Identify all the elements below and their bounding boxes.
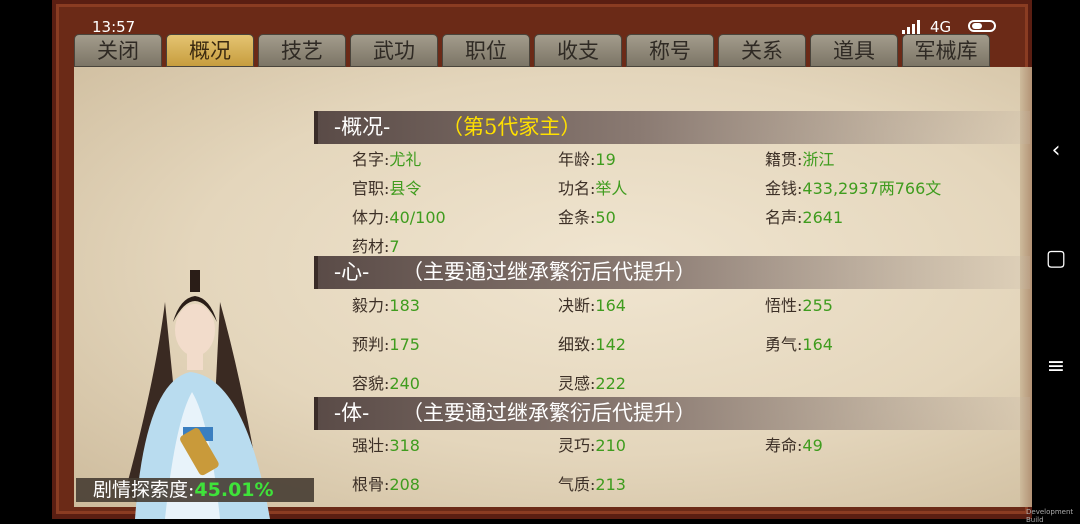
field-value: 19 (595, 150, 616, 169)
overview-field: 籍贯:浙江 (765, 146, 834, 170)
field-value: 50 (595, 208, 616, 227)
field-label: 金条: (558, 208, 596, 227)
field-label: 籍贯: (765, 150, 803, 169)
generation-subtitle: （第5代家主） (442, 115, 582, 139)
mind-subtitle: （主要通过继承繁衍后代提升） (402, 260, 696, 284)
overview-field: 名声:2641 (765, 204, 843, 228)
screen-left-bezel (0, 0, 52, 519)
overview-field: 金条:50 (558, 204, 616, 228)
field-label: 金钱: (765, 179, 803, 198)
mind-title: -心- (334, 260, 370, 284)
field-label: 预判: (352, 335, 390, 354)
overview-field: 体力:40/100 (352, 204, 446, 228)
home-icon[interactable]: ▢ (1044, 246, 1068, 271)
field-label: 决断: (558, 296, 596, 315)
field-label: 灵巧: (558, 436, 596, 455)
overview-field: 金钱:433,2937两766文 (765, 175, 941, 199)
menu-icon[interactable]: ≡ (1044, 354, 1068, 379)
mind-field: 细致:142 (558, 331, 626, 355)
field-label: 气质: (558, 475, 596, 494)
field-label: 勇气: (765, 335, 803, 354)
field-label: 年龄: (558, 150, 596, 169)
field-value: 183 (389, 296, 420, 315)
story-progress: 剧情探索度:45.01% (76, 478, 314, 502)
field-value: 浙江 (802, 150, 835, 169)
mind-field: 悟性:255 (765, 292, 833, 316)
field-label: 根骨: (352, 475, 390, 494)
field-label: 灵感: (558, 374, 596, 393)
body-field: 灵巧:210 (558, 432, 626, 456)
field-label: 药材: (352, 237, 390, 256)
overview-field: 年龄:19 (558, 146, 616, 170)
overview-field: 名字:尤礼 (352, 146, 421, 170)
body-field: 根骨:208 (352, 471, 420, 495)
back-icon[interactable]: ‹ (1044, 138, 1068, 163)
story-progress-label: 剧情探索度: (93, 479, 195, 501)
field-value: 318 (389, 436, 420, 455)
mind-field: 预判:175 (352, 331, 420, 355)
status-bar: 13:57 4G (0, 14, 1080, 42)
field-value: 7 (389, 237, 400, 256)
overview-field: 功名:举人 (558, 175, 627, 199)
field-value: 213 (595, 475, 626, 494)
field-label: 寿命: (765, 436, 803, 455)
field-label: 名声: (765, 208, 803, 227)
field-label: 容貌: (352, 374, 390, 393)
body-subtitle: （主要通过继承繁衍后代提升） (402, 401, 696, 425)
body-field: 气质:213 (558, 471, 626, 495)
field-label: 体力: (352, 208, 390, 227)
body-field: 寿命:49 (765, 432, 823, 456)
mind-field: 容貌:240 (352, 370, 420, 394)
mind-header: -心- （主要通过继承繁衍后代提升） (314, 256, 1030, 289)
story-progress-value: 45.01% (194, 479, 274, 501)
field-value: 210 (595, 436, 626, 455)
field-label: 名字: (352, 150, 390, 169)
field-label: 悟性: (765, 296, 803, 315)
field-value: 208 (389, 475, 420, 494)
network-type: 4G (930, 18, 952, 36)
field-value: 49 (802, 436, 823, 455)
body-field: 强壮:318 (352, 432, 420, 456)
field-value: 164 (802, 335, 833, 354)
mind-field: 毅力:183 (352, 292, 420, 316)
mind-field: 勇气:164 (765, 331, 833, 355)
field-label: 细致: (558, 335, 596, 354)
field-value: 240 (389, 374, 420, 393)
body-header: -体- （主要通过继承繁衍后代提升） (314, 397, 1030, 430)
android-nav-bar: ‹ ▢ ≡ (1032, 0, 1080, 519)
overview-field: 官职:县令 (352, 175, 421, 199)
field-value: 40/100 (389, 208, 446, 227)
field-label: 毅力: (352, 296, 390, 315)
field-value: 县令 (389, 179, 422, 198)
field-value: 255 (802, 296, 833, 315)
overview-header: -概况- （第5代家主） (314, 111, 1030, 144)
mind-field: 灵感:222 (558, 370, 626, 394)
field-value: 433,2937两766文 (802, 179, 942, 198)
field-label: 官职: (352, 179, 390, 198)
clock: 13:57 (92, 18, 136, 36)
field-value: 175 (389, 335, 420, 354)
dev-build-label: Development Build (1026, 508, 1074, 524)
body-title: -体- (334, 401, 370, 425)
field-value: 142 (595, 335, 626, 354)
field-value: 举人 (595, 179, 628, 198)
signal-icon (902, 20, 920, 34)
mind-field: 决断:164 (558, 292, 626, 316)
field-value: 222 (595, 374, 626, 393)
field-value: 2641 (802, 208, 844, 227)
field-label: 强壮: (352, 436, 390, 455)
field-value: 尤礼 (389, 150, 422, 169)
battery-icon (968, 20, 996, 32)
overview-title: -概况- (334, 115, 391, 139)
field-value: 164 (595, 296, 626, 315)
overview-field: 药材:7 (352, 233, 400, 257)
field-label: 功名: (558, 179, 596, 198)
